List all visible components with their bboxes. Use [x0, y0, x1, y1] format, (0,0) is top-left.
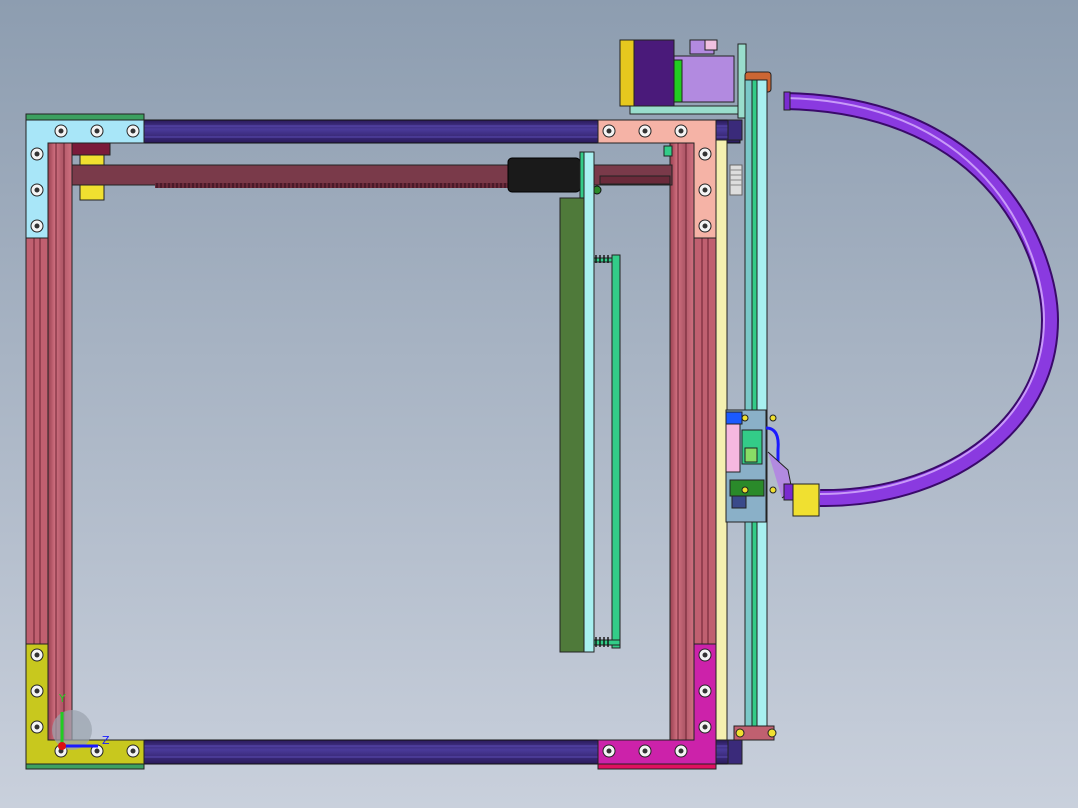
triad-y-label: Y — [58, 692, 66, 705]
vertical-beam — [715, 139, 728, 741]
bracket-screw-head — [34, 688, 40, 694]
bracket-screw-head — [606, 128, 612, 134]
bracket-screw-head — [34, 724, 40, 730]
bracket-screw-head — [678, 748, 684, 754]
bracket-screw-head — [606, 748, 612, 754]
bracket-screw-head — [702, 688, 708, 694]
bracket-screw-head — [34, 652, 40, 658]
bracket-screw-head — [34, 151, 40, 157]
cad-viewport[interactable]: Y Z — [0, 0, 1078, 808]
bracket-screw-head — [130, 128, 136, 134]
bracket-screw-head — [130, 748, 136, 754]
triad-z-label: Z — [102, 734, 110, 747]
triad-x-axis-origin — [58, 742, 66, 750]
bracket-screw-head — [702, 652, 708, 658]
bracket-screw-head — [34, 187, 40, 193]
bracket-screw-head — [94, 748, 100, 754]
bracket-screw-head — [642, 748, 648, 754]
bracket-screw-head — [702, 187, 708, 193]
bracket-screw-head — [642, 128, 648, 134]
bracket-screw-head — [702, 724, 708, 730]
cad-assembly-drawing: Y Z — [0, 0, 1078, 808]
bracket-screw-head — [678, 128, 684, 134]
bracket-screw-head — [702, 151, 708, 157]
bracket-screw-head — [702, 223, 708, 229]
bracket-screw-head — [34, 223, 40, 229]
bracket-screw-head — [94, 128, 100, 134]
bracket-screw-head — [58, 128, 64, 134]
